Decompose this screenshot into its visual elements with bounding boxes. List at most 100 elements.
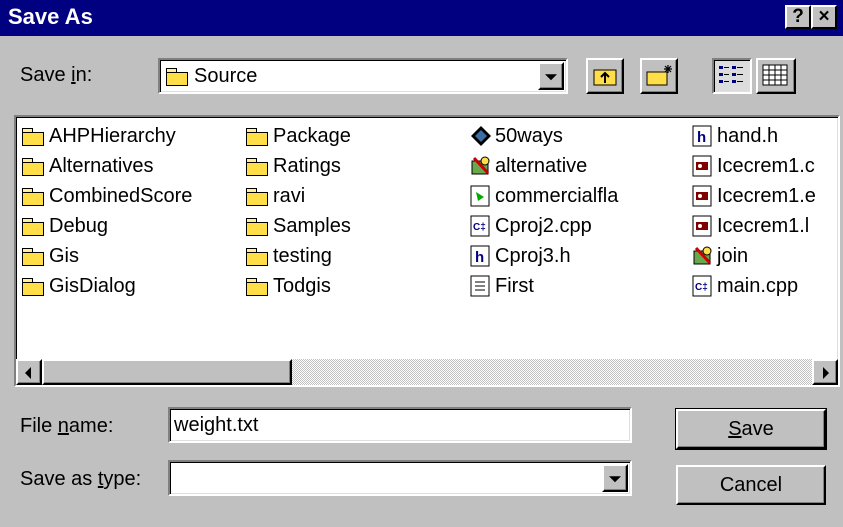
file-name-input[interactable]: weight.txt [168,407,632,443]
new-folder-icon [646,65,672,86]
save-as-type-dropdown[interactable] [168,460,632,496]
item-label: Debug [49,214,108,237]
folder-item[interactable]: Package [246,123,351,149]
file-item[interactable]: alternative [470,153,587,179]
item-label: Samples [273,214,351,237]
horizontal-scrollbar[interactable] [16,359,838,385]
folder-icon [246,187,268,206]
cancel-button[interactable]: Cancel [676,465,826,505]
folder-icon [22,247,44,266]
folder-icon [246,127,268,146]
save-in-label: Save in: [20,64,93,86]
arrow-right-icon [823,367,829,379]
file-item[interactable]: join [692,243,748,269]
up-one-level-button[interactable] [586,58,624,94]
svg-text:C‡: C‡ [695,282,708,293]
bitmap-icon [692,215,712,237]
folder-item[interactable]: AHPHierarchy [22,123,176,149]
save-in-dropdown[interactable]: Source [158,58,568,94]
text-icon [470,275,490,297]
bitmap-icon [692,185,712,207]
folder-item[interactable]: CombinedScore [22,183,192,209]
file-item[interactable]: h hand.h [692,123,778,149]
save-as-type-dropdown-arrow[interactable] [602,464,628,492]
folder-icon [246,217,268,236]
item-label: 50ways [495,124,563,147]
folder-item[interactable]: ravi [246,183,305,209]
folder-item[interactable]: Ratings [246,153,341,179]
cpp-icon: C‡ [692,275,712,297]
setup-icon [470,155,490,177]
save-button[interactable]: Save [675,408,827,450]
file-item[interactable]: 50ways [470,123,563,149]
file-item[interactable]: h Cproj3.h [470,243,571,269]
save-as-type-label: Save as type: [20,468,142,490]
item-label: CombinedScore [49,184,193,207]
title-bar[interactable]: Save As ? × [0,0,843,36]
scroll-thumb[interactable] [42,359,292,385]
open-folder-icon [166,68,188,86]
item-label: Gis [49,244,79,267]
folder-icon [246,277,268,296]
media-icon [470,185,490,207]
details-view-icon [762,64,788,86]
item-label: Ratings [273,154,341,177]
folder-icon [22,127,44,146]
setup-icon [692,245,712,267]
folder-item[interactable]: Gis [22,243,79,269]
folder-icon [22,157,44,176]
save-as-dialog: Save As ? × Save in: Source AHPHierarchy… [0,0,843,527]
item-label: Alternatives [49,154,154,177]
item-label: Package [273,124,351,147]
folder-item[interactable]: Samples [246,213,351,239]
scroll-right-button[interactable] [812,359,838,385]
item-label: testing [273,244,332,267]
details-view-button[interactable] [756,58,796,94]
folder-icon [22,187,44,206]
list-view-icon [719,66,743,83]
item-label: Cproj3.h [495,244,571,267]
save-in-value: Source [194,65,258,87]
help-button[interactable]: ? [785,5,811,29]
bitmap-icon [692,155,712,177]
svg-text:h: h [697,129,706,146]
folder-up-icon [593,69,617,86]
file-item[interactable]: C‡ Cproj2.cpp [470,213,592,239]
item-label: commercialfla [495,184,619,207]
file-item[interactable]: Icecrem1.e [692,183,816,209]
list-view-button[interactable] [712,58,752,94]
file-list[interactable]: AHPHierarchy Alternatives CombinedScore Deb… [14,115,840,387]
item-label: ravi [273,184,306,207]
folder-icon [246,247,268,266]
file-item[interactable]: Icecrem1.c [692,153,815,179]
file-item[interactable]: C‡ main.cpp [692,273,798,299]
scroll-track[interactable] [292,359,812,385]
folder-item[interactable]: Alternatives [22,153,154,179]
new-folder-button[interactable] [640,58,678,94]
file-item[interactable]: commercialfla [470,183,618,209]
file-item[interactable]: First [470,273,534,299]
folder-icon [22,277,44,296]
scroll-left-button[interactable] [16,359,42,385]
close-button[interactable]: × [811,5,837,29]
folder-item[interactable]: Todgis [246,273,331,299]
file-item[interactable]: Icecrem1.l [692,213,809,239]
chevron-down-icon [609,476,621,483]
file-name-label: File name: [20,415,114,437]
header-icon: h [470,245,490,267]
file-name-value: weight.txt [174,414,259,436]
cpp-icon: C‡ [470,215,490,237]
save-in-dropdown-arrow[interactable] [538,62,564,90]
folder-item[interactable]: testing [246,243,332,269]
folder-item[interactable]: Debug [22,213,108,239]
svg-text:C‡: C‡ [473,222,486,233]
chevron-down-icon [545,74,557,81]
item-label: GisDialog [49,274,136,297]
arrow-left-icon [25,367,31,379]
item-label: Todgis [273,274,331,297]
diamond-icon [470,125,491,147]
item-label: AHPHierarchy [49,124,176,147]
folder-item[interactable]: GisDialog [22,273,136,299]
item-label: main.cpp [717,274,799,297]
svg-text:h: h [475,249,484,266]
